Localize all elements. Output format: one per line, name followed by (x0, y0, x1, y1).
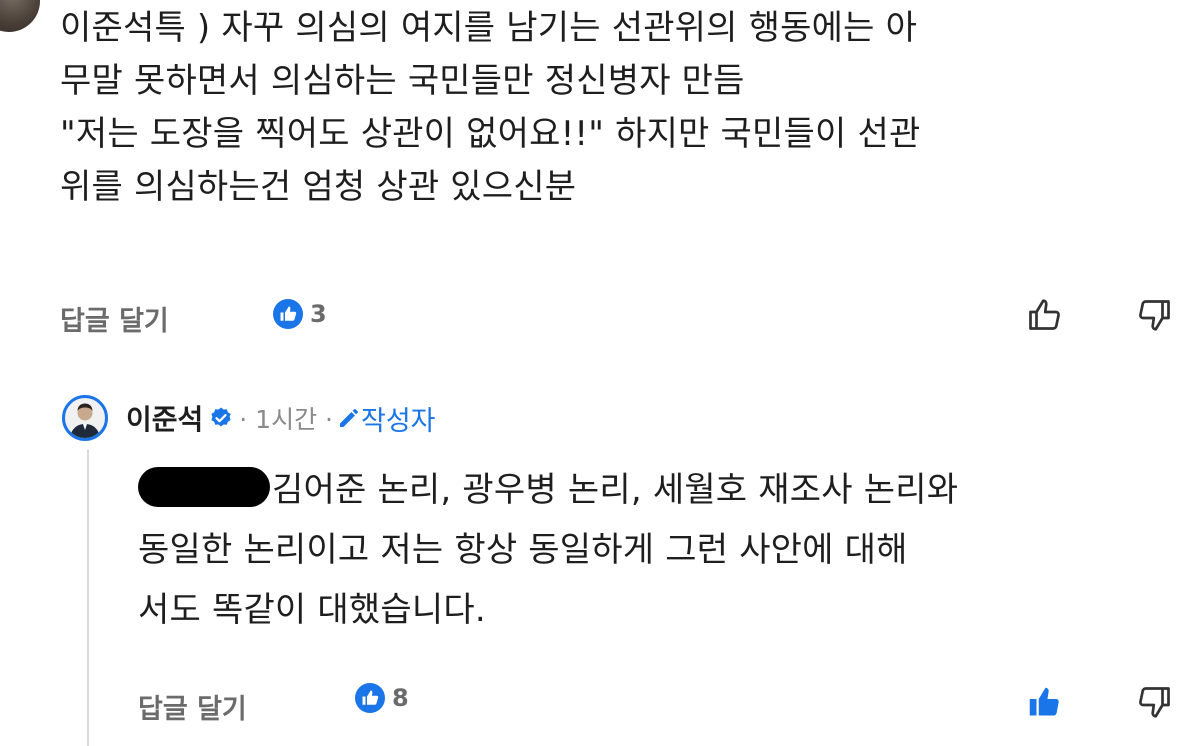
author-name[interactable]: 이준석 (126, 398, 203, 438)
thumbs-up-button-active[interactable] (1022, 680, 1066, 724)
reply-line: 서도 똑같이 대했습니다. (138, 590, 486, 630)
comment-body: 이준석특 ) 자꾸 의심의 여지를 남기는 선관위의 행동에는 아 무말 못하면… (60, 2, 1180, 214)
like-count: 8 (392, 684, 409, 712)
thumbs-down-icon (1139, 687, 1170, 718)
reply-line-text: 김어준 논리, 광우병 논리, 세월호 재조사 논리와 (272, 470, 959, 510)
comment-line: "저는 도장을 찍어도 상관이 없어요!!" 하지만 국민들이 선관 (60, 114, 921, 154)
reply-author-row: 이준석 · 1시간 · 작성자 (62, 392, 436, 444)
comment-line: 이준석특 ) 자꾸 의심의 여지를 남기는 선관위의 행동에는 아 (60, 8, 918, 48)
thread-line (87, 450, 89, 746)
reply-line: 김어준 논리, 광우병 논리, 세월호 재조사 논리와 (138, 460, 1178, 520)
author-avatar[interactable] (62, 395, 108, 441)
comment-line: 무말 못하면서 의심하는 국민들만 정신병자 만듬 (60, 61, 745, 101)
reply-body: 김어준 논리, 광우병 논리, 세월호 재조사 논리와 동일한 논리이고 저는 … (138, 460, 1178, 640)
thumbs-down-button[interactable] (1133, 680, 1177, 724)
like-bubble-icon (355, 683, 385, 713)
redacted-mention (138, 467, 270, 507)
author-tag-label: 작성자 (360, 405, 436, 437)
reply-button[interactable]: 답글 달기 (60, 299, 169, 338)
verified-badge-icon (209, 406, 233, 430)
like-count: 3 (310, 300, 327, 328)
comment-actions: 답글 달기 (60, 298, 169, 338)
thumbs-up-icon (1029, 299, 1060, 330)
author-tag: 작성자 (337, 399, 436, 438)
thumbs-down-button[interactable] (1133, 293, 1177, 337)
thumbs-up-icon (1029, 687, 1059, 716)
commenter-avatar[interactable] (0, 0, 40, 32)
reply-line: 동일한 논리이고 저는 항상 동일하게 그런 사안에 대해 (138, 530, 908, 570)
thumbs-up-button[interactable] (1022, 293, 1066, 337)
reply-button[interactable]: 답글 달기 (138, 687, 247, 726)
pencil-icon (339, 409, 358, 427)
thumbs-down-icon (1139, 300, 1170, 331)
like-bubble-icon (273, 299, 303, 329)
like-count-badge: 3 (273, 299, 327, 329)
comment-line: 위를 의심하는건 엄청 상관 있으신분 (60, 167, 577, 207)
reply-actions: 답글 달기 (138, 686, 247, 726)
reply-timestamp: · 1시간 · (239, 405, 333, 434)
like-count-badge: 8 (355, 683, 409, 713)
